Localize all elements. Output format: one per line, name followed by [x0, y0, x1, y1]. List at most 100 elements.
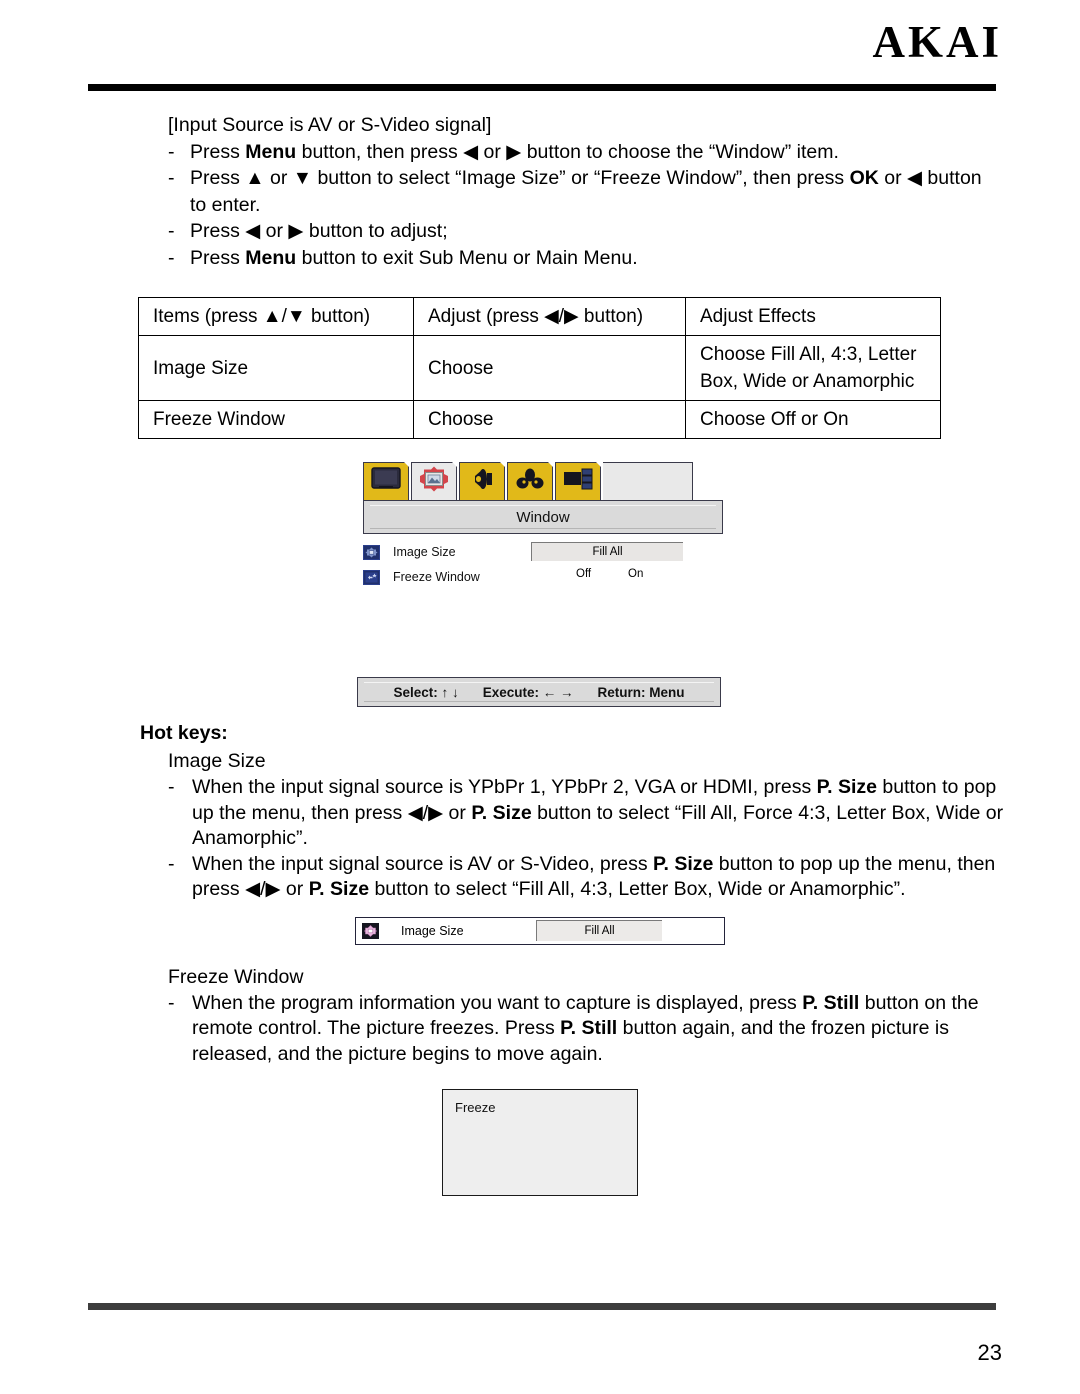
- hotkeys-section1-item: - When the input signal source is AV or S…: [140, 852, 1004, 903]
- osd-row-freeze-window[interactable]: Freeze Window Off On: [363, 567, 723, 587]
- table-cell-effect-line: Box, Wide or Anamorphic: [700, 371, 915, 392]
- clover-icon: [515, 467, 545, 496]
- image-size-popup-value: Fill All: [536, 919, 662, 941]
- osd-row-value[interactable]: Fill All: [531, 542, 683, 561]
- window-layout-icon: [563, 468, 593, 495]
- page-content: [Input Source is AV or S-Video signal] -…: [0, 112, 1080, 1196]
- hotkeys-section2-item: - When the program information you want t…: [140, 991, 1004, 1068]
- hotkeys-section2-0-run-1: P. Still: [802, 991, 860, 1014]
- settings-table-body: Items (press ▲/▼ button) Adjust (press ◀/…: [138, 297, 941, 439]
- freeze-window-icon: [363, 569, 380, 585]
- footer-divider: [88, 1303, 996, 1310]
- hotkeys-section1-list: - When the input signal source is YPbPr 1…: [140, 775, 1004, 903]
- intro-bullet-0-run-0: Press: [190, 140, 246, 163]
- table-header-row: Items (press ▲/▼ button) Adjust (press ◀/…: [138, 297, 941, 336]
- bullet-dash: -: [168, 140, 175, 163]
- table-cell-item: Freeze Window: [138, 400, 414, 439]
- hotkeys-section1-0-run-3: P. Size: [471, 801, 532, 824]
- table-cell-item: Image Size: [138, 335, 414, 401]
- intro-bullet-list: - Press Menu button, then press ◀ or ▶ bu…: [168, 139, 1000, 272]
- intro-bullet-3-run-0: Press: [190, 246, 246, 269]
- intro-heading: [Input Source is AV or S-Video signal]: [168, 114, 492, 136]
- image-size-popup-label: Image Size: [401, 923, 464, 938]
- intro-bullet: - Press ◀ or ▶ button to adjust;: [168, 218, 1000, 245]
- hotkeys-title: Hot keys:: [140, 722, 228, 744]
- osd-tab-filler: [603, 462, 693, 500]
- osd-tab-window-layout[interactable]: [555, 461, 602, 500]
- settings-table: Items (press ▲/▼ button) Adjust (press ◀/…: [138, 297, 941, 439]
- intro-bullet-0-run-1: Menu: [245, 140, 297, 163]
- image-size-popup: Image Size Fill All: [355, 916, 725, 945]
- bullet-dash: -: [168, 246, 175, 269]
- header-divider: [88, 84, 996, 91]
- hotkeys-section1-item: - When the input signal source is YPbPr 1…: [140, 775, 1004, 852]
- osd-status-bar: Select: ↑ ↓ Execute: ← → Return: Menu: [357, 677, 721, 707]
- intro-bullet-1-run-1: OK: [849, 167, 879, 189]
- freeze-preview-box: Freeze: [442, 1089, 638, 1196]
- osd-tab-clover[interactable]: [507, 461, 554, 500]
- hotkeys-section2-0-run-0: When the program information you want to…: [192, 991, 803, 1014]
- osd-tab-tv-screen[interactable]: [363, 461, 410, 500]
- table-cell-effect: Choose Off or On: [685, 400, 941, 439]
- osd-status-select: Select: ↑ ↓: [393, 684, 459, 700]
- osd-row-label: Freeze Window: [393, 570, 480, 584]
- page-header: AKAI: [0, 0, 1080, 95]
- intro-bullet-0-run-2: button, then press ◀ or ▶ button to choo…: [296, 140, 839, 163]
- osd-status-execute: Execute: ← →: [482, 684, 574, 700]
- akai-logo: AKAI: [872, 17, 1002, 67]
- hotkeys-section2-list: - When the program information you want t…: [140, 991, 1004, 1068]
- hotkeys-section: Hot keys: Image Size - When the input sig…: [0, 719, 1080, 903]
- intro-bullet: - Press ▲ or ▼ button to select “Image Si…: [168, 165, 1000, 218]
- picture-frame-icon: [417, 466, 451, 497]
- osd-tab-speaker[interactable]: [459, 461, 506, 500]
- table-header-cell-1: Adjust (press ◀/▶ button): [413, 297, 686, 336]
- bullet-dash: -: [168, 167, 175, 189]
- intro-bullet: - Press Menu button, then press ◀ or ▶ bu…: [168, 139, 1000, 166]
- intro-bullet: - Press Menu button to exit Sub Menu or M…: [168, 245, 1000, 272]
- intro-bullet-1-run-0: Press ▲ or ▼ button to select “Image Siz…: [190, 167, 850, 189]
- osd-status-return: Return: Menu: [597, 684, 685, 700]
- intro-bullet-3-run-1: Menu: [245, 246, 297, 269]
- intro-section: [Input Source is AV or S-Video signal] -…: [0, 112, 1080, 271]
- hotkeys-section2: Freeze Window - When the program informat…: [0, 963, 1080, 1068]
- hotkeys-section2-subtitle: Freeze Window: [168, 965, 304, 988]
- tv-screen-icon: [371, 467, 401, 496]
- freeze-label: Freeze: [455, 1100, 496, 1115]
- bullet-dash: -: [168, 852, 175, 875]
- osd-tab-strip: [363, 461, 603, 500]
- hotkeys-section1-1-run-3: P. Size: [308, 878, 370, 900]
- speaker-icon: [467, 467, 497, 496]
- osd-row-label: Image Size: [393, 545, 456, 559]
- page-number: 23: [977, 1340, 1002, 1365]
- table-cell-effect-line: Choose Fill All, 4:3, Letter: [700, 344, 917, 365]
- osd-title-label: Window: [516, 508, 570, 526]
- osd-row-image-size[interactable]: Image Size Fill All: [363, 542, 723, 562]
- table-cell-effect-line: Choose Off or On: [700, 409, 849, 430]
- osd-menu-mockup: Window Image Size Fill All Freeze Window Of…: [355, 457, 725, 707]
- hotkeys-section1-0-run-0: When the input signal source is YPbPr 1,…: [192, 776, 817, 798]
- bullet-dash: -: [168, 776, 175, 798]
- intro-bullet-2-run-0: Press ◀ or ▶ button to adjust;: [190, 220, 448, 242]
- bullet-dash: -: [168, 220, 175, 242]
- hotkeys-section1-1-run-1: P. Size: [653, 852, 714, 875]
- osd-tab-picture-frame[interactable]: [411, 461, 458, 500]
- bullet-dash: -: [168, 991, 175, 1014]
- image-size-icon: [362, 922, 379, 939]
- osd-row-list: Image Size Fill All Freeze Window Off On: [363, 542, 723, 592]
- hotkeys-section1-1-run-4: button to select “Fill All, 4:3, Letter …: [369, 878, 906, 900]
- table-row: Image Size Choose Choose Fill All, 4:3, Le…: [138, 335, 941, 401]
- hotkeys-section2-0-run-3: P. Still: [560, 1017, 618, 1039]
- hotkeys-section1-subtitle: Image Size: [168, 750, 266, 772]
- osd-toggle-on[interactable]: On: [628, 568, 643, 580]
- table-cell-effect: Choose Fill All, 4:3, Letter Box, Wide or…: [685, 335, 941, 401]
- table-row: Freeze Window Choose Choose Off or On: [138, 400, 941, 439]
- image-size-icon: [363, 544, 380, 560]
- table-header-cell-0: Items (press ▲/▼ button): [138, 297, 414, 336]
- osd-title-bar: Window: [363, 500, 723, 534]
- hotkeys-section1-1-run-0: When the input signal source is AV or S-…: [192, 852, 654, 875]
- table-header-cell-2: Adjust Effects: [685, 297, 941, 336]
- table-cell-adjust: Choose: [413, 335, 686, 401]
- hotkeys-section1-0-run-1: P. Size: [816, 776, 878, 798]
- table-cell-adjust: Choose: [413, 400, 686, 439]
- osd-toggle-off[interactable]: Off: [576, 568, 591, 580]
